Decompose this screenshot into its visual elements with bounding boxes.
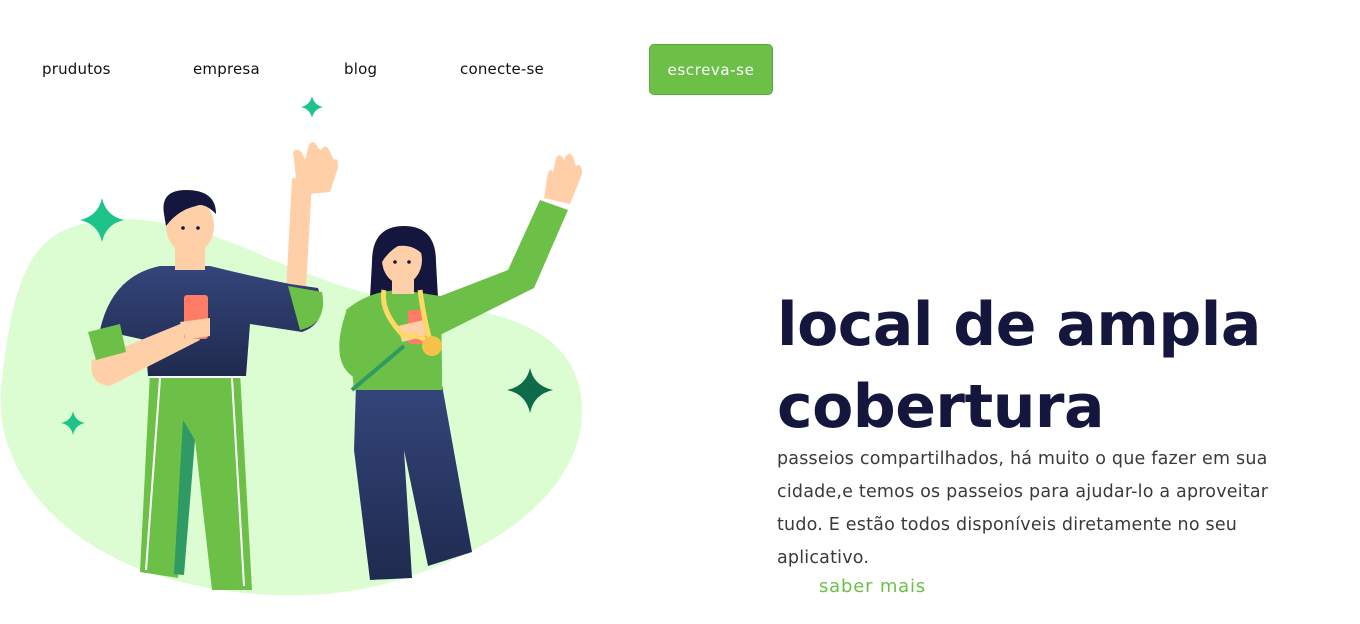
hero-description: passeios compartilhados, há muito o que … [777, 449, 1269, 568]
hero-illustration [0, 96, 583, 596]
signup-button[interactable]: escreva-se [649, 44, 773, 95]
learn-more-link[interactable]: saber mais [819, 576, 926, 597]
hero-title: local de ampla cobertura [777, 290, 1261, 442]
nav-link-blog[interactable]: blog [344, 60, 377, 78]
nav-link-empresa[interactable]: empresa [193, 60, 260, 78]
sparkle-icon [301, 96, 323, 118]
nav-link-conecte-se[interactable]: conecte-se [460, 60, 544, 78]
nav-link-prudutos[interactable]: prudutos [42, 60, 111, 78]
